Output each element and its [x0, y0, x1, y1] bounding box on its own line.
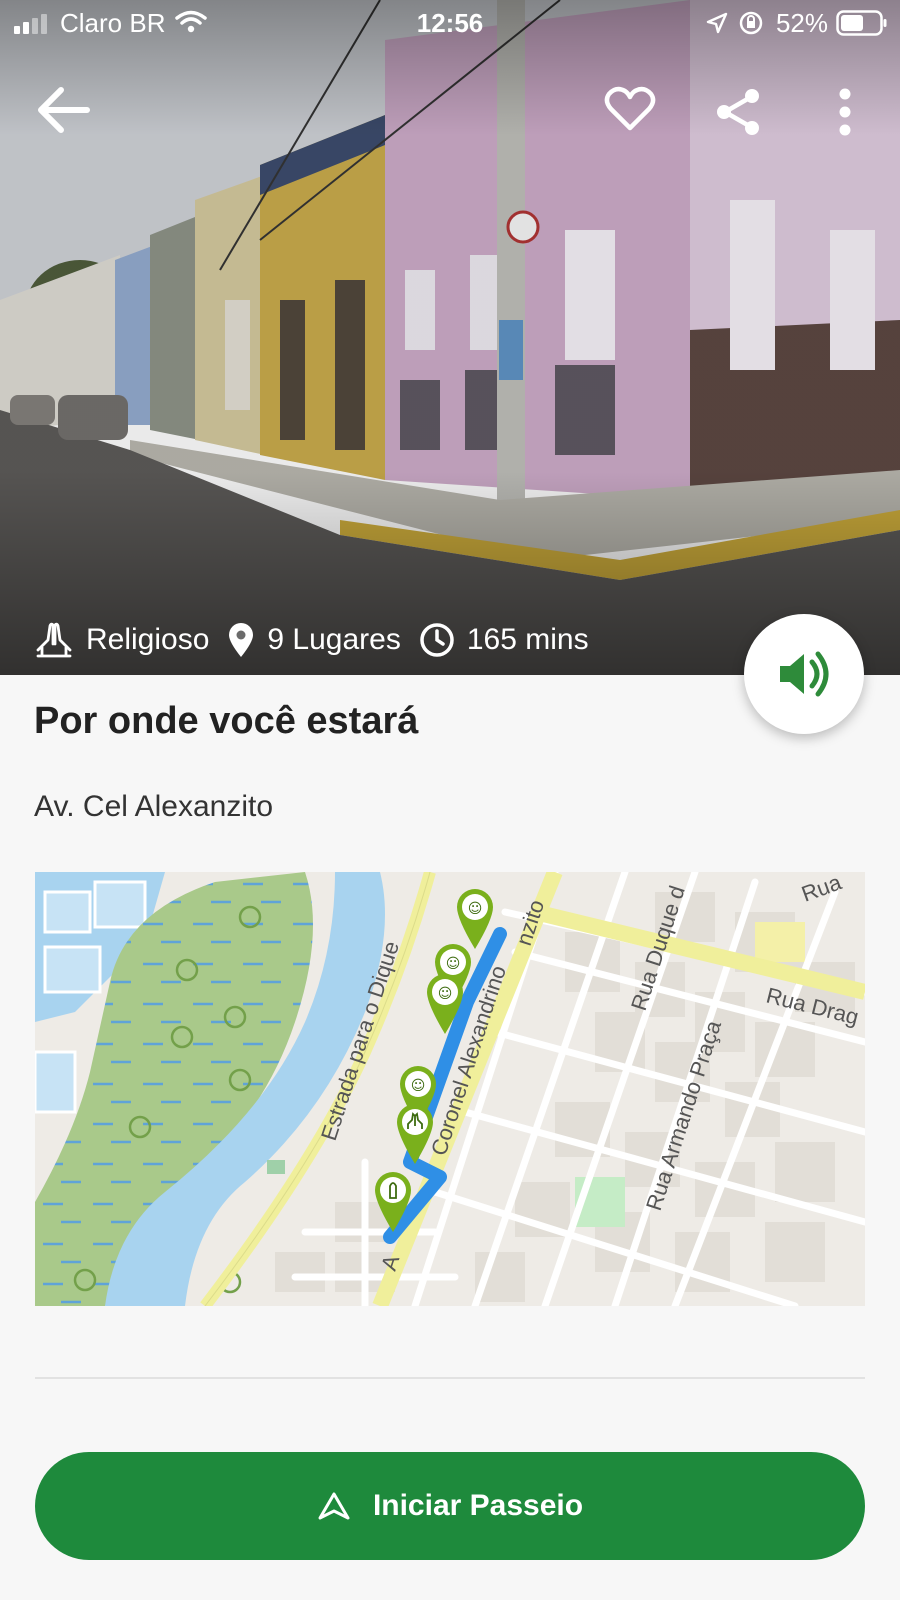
favorite-button[interactable] [600, 78, 660, 138]
map-pin-icon [229, 623, 254, 657]
places-label: 9 Lugares [267, 623, 401, 656]
map-canvas: Estrada para o Dique Coronel Alexandrino… [35, 872, 865, 1306]
heart-outline-icon [604, 86, 656, 131]
location-arrow-icon [706, 12, 728, 34]
category-label: Religioso [86, 623, 210, 656]
hero-image: Claro BR 12:56 52% Religioso 9 Lugares 1… [0, 0, 900, 675]
back-button[interactable] [34, 80, 94, 140]
rotation-lock-icon [739, 11, 763, 35]
navigation-triangle-icon [318, 1492, 350, 1520]
more-options-button[interactable] [815, 82, 875, 142]
duration-label: 165 mins [466, 623, 589, 656]
places-info: 9 Lugares [227, 622, 401, 658]
category-info: Religioso [34, 622, 209, 658]
clock-icon [420, 623, 454, 657]
svg-text:☺: ☺ [411, 1078, 426, 1094]
svg-text:☺: ☺ [438, 986, 453, 1002]
route-address: Av. Cel Alexanzito [34, 790, 274, 823]
arrow-left-icon [38, 87, 90, 133]
praying-hands-icon [36, 622, 72, 658]
section-divider [35, 1377, 865, 1379]
speaker-icon [780, 651, 829, 697]
start-tour-button[interactable]: Iniciar Passeio [35, 1452, 865, 1560]
svg-text:☺: ☺ [446, 956, 461, 972]
battery-percentage: 52% [775, 8, 828, 38]
audio-guide-button[interactable] [744, 614, 864, 734]
duration-info: 165 mins [419, 622, 589, 658]
status-bar: Claro BR 12:56 52% [0, 0, 900, 46]
start-tour-label: Iniciar Passeio [372, 1489, 584, 1522]
clock: 12:56 [416, 8, 484, 38]
share-button[interactable] [708, 82, 768, 142]
route-map[interactable]: Estrada para o Dique Coronel Alexandrino… [35, 872, 865, 1306]
battery-icon [836, 10, 887, 36]
more-vertical-icon [839, 88, 851, 136]
svg-text:☺: ☺ [468, 901, 483, 917]
section-title: Por onde você estará [34, 700, 419, 742]
tour-meta: Religioso 9 Lugares 165 mins [34, 622, 607, 658]
share-icon [717, 89, 759, 135]
